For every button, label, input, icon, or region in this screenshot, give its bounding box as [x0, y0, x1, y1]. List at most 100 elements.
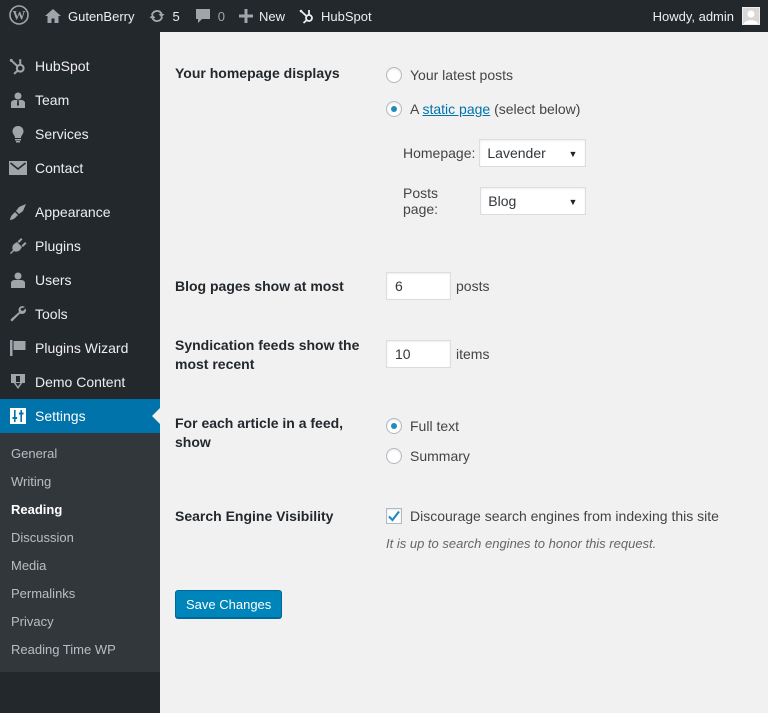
option-summary[interactable]: Summary — [386, 446, 470, 466]
sidebar-item-contact[interactable]: Contact — [0, 151, 160, 185]
envelope-icon — [8, 158, 28, 178]
lightbulb-icon — [8, 124, 28, 144]
discourage-search-checkbox[interactable] — [386, 508, 402, 524]
feed-article-options: Full text Summary — [386, 416, 470, 466]
updates-icon — [148, 8, 166, 24]
option-latest-posts-label: Your latest posts — [410, 67, 513, 83]
option-full-text[interactable]: Full text — [386, 416, 470, 436]
search-visibility-description: It is up to search engines to honor this… — [386, 536, 657, 551]
comments-menu[interactable]: 0 — [187, 0, 232, 32]
submenu-privacy[interactable]: Privacy — [0, 608, 160, 636]
dropdown-arrow-icon: ▼ — [568, 197, 578, 207]
sidebar-item-appearance[interactable]: Appearance — [0, 195, 160, 229]
sidebar-item-tools[interactable]: Tools — [0, 297, 160, 331]
option-static-prefix: A — [410, 101, 423, 117]
homepage-displays-label: Your homepage displays — [175, 65, 340, 81]
sidebar-item-label: Demo Content — [35, 374, 126, 390]
dropdown-arrow-icon: ▼ — [568, 149, 578, 159]
posts-per-rss-input[interactable]: 10 — [386, 340, 451, 368]
hubspot-label: HubSpot — [320, 8, 372, 24]
user-icon — [8, 90, 28, 110]
sidebar-item-label: HubSpot — [35, 58, 90, 74]
submenu-media[interactable]: Media — [0, 552, 160, 580]
save-changes-button[interactable]: Save Changes — [175, 590, 283, 618]
sidebar-item-users[interactable]: Users — [0, 263, 160, 297]
flag-icon — [8, 338, 28, 358]
feed-article-label: For each article in a feed, show — [175, 415, 344, 450]
submenu-writing[interactable]: Writing — [0, 468, 160, 496]
hubspot-icon — [299, 8, 315, 24]
wordpress-logo-menu[interactable]: W — [0, 0, 37, 32]
hubspot-menu[interactable]: HubSpot — [292, 0, 379, 32]
search-visibility-field: Discourage search engines from indexing … — [386, 506, 746, 551]
reading-settings-form: Your homepage displays Your latest posts… — [160, 32, 768, 713]
sidebar-item-label: Contact — [35, 160, 84, 176]
option-full-text-label: Full text — [410, 418, 460, 434]
new-content-menu[interactable]: New — [232, 0, 292, 32]
plus-icon — [238, 9, 253, 23]
sidebar-item-label: Appearance — [35, 204, 111, 220]
syndication-field: 10 items — [386, 340, 489, 368]
sidebar-item-demo-content[interactable]: Demo Content — [0, 365, 160, 399]
blog-pages-field: 6 posts — [386, 272, 489, 300]
sidebar-item-plugins-wizard[interactable]: Plugins Wizard — [0, 331, 160, 365]
posts-per-page-suffix: posts — [456, 278, 490, 294]
static-page-link[interactable]: static page — [422, 101, 490, 117]
radio-static-page[interactable] — [386, 101, 402, 117]
submenu-reading-time-wp[interactable]: Reading Time WP — [0, 636, 160, 664]
submenu-discussion[interactable]: Discussion — [0, 524, 160, 552]
download-icon — [8, 372, 28, 392]
sidebar-item-plugins[interactable]: Plugins — [0, 229, 160, 263]
radio-full-text[interactable] — [386, 418, 402, 434]
search-visibility-label: Search Engine Visibility — [175, 508, 334, 524]
admin-bar: W GutenBerry 5 0 New HubSpot Howdy, admi… — [0, 0, 768, 32]
posts-page-select-label: Posts page: — [403, 185, 439, 217]
discourage-search-option[interactable]: Discourage search engines from indexing … — [386, 506, 746, 526]
discourage-search-label: Discourage search engines from indexing … — [410, 508, 719, 524]
sidebar-item-label: Users — [35, 272, 72, 288]
sidebar-item-hubspot[interactable]: HubSpot — [0, 49, 160, 83]
posts-page-select-line: Posts page: Blog ▼ — [403, 185, 587, 217]
home-icon — [44, 8, 62, 24]
updates-menu[interactable]: 5 — [141, 0, 186, 32]
syndication-label: Syndication feeds show the most recent — [175, 337, 360, 372]
svg-text:W: W — [13, 7, 26, 22]
option-static-page[interactable]: A static page (select below) — [386, 99, 586, 119]
option-latest-posts[interactable]: Your latest posts — [386, 65, 586, 85]
sidebar-item-team[interactable]: Team — [0, 83, 160, 117]
site-name-menu[interactable]: GutenBerry — [37, 0, 141, 32]
option-static-suffix: (select below) — [490, 101, 581, 117]
submenu-general[interactable]: General — [0, 440, 160, 468]
sidebar-item-label: Plugins — [35, 238, 81, 254]
radio-latest-posts[interactable] — [386, 67, 402, 83]
sidebar-item-label: Plugins Wizard — [35, 340, 129, 356]
plugin-icon — [8, 236, 28, 256]
site-name: GutenBerry — [68, 8, 135, 24]
submenu-reading[interactable]: Reading — [0, 496, 160, 524]
homepage-select-value: Lavender — [487, 145, 546, 161]
settings-submenu: General Writing Reading Discussion Media… — [0, 433, 160, 672]
howdy-text: Howdy, admin — [652, 8, 734, 24]
admin-sidebar: HubSpot Team Services Contact Appearance… — [0, 32, 160, 713]
radio-summary[interactable] — [386, 448, 402, 464]
sidebar-item-settings[interactable]: Settings — [0, 399, 160, 433]
homepage-select[interactable]: Lavender ▼ — [479, 139, 587, 167]
comment-icon — [194, 8, 212, 24]
sidebar-item-label: Services — [35, 126, 89, 142]
option-summary-label: Summary — [410, 448, 470, 464]
hubspot-icon — [8, 56, 28, 76]
posts-page-select[interactable]: Blog ▼ — [480, 187, 587, 215]
wordpress-logo-icon: W — [9, 4, 29, 28]
checkmark-icon — [388, 510, 400, 522]
settings-icon — [8, 406, 28, 426]
comments-count: 0 — [217, 8, 225, 24]
my-account-menu[interactable]: Howdy, admin — [646, 0, 768, 32]
sidebar-item-services[interactable]: Services — [0, 117, 160, 151]
sidebar-item-label: Settings — [35, 408, 86, 424]
posts-per-page-input[interactable]: 6 — [386, 272, 451, 300]
paintbrush-icon — [8, 202, 28, 222]
submenu-permalinks[interactable]: Permalinks — [0, 580, 160, 608]
new-label: New — [258, 8, 285, 24]
menu-separator — [0, 185, 160, 195]
homepage-displays-options: Your latest posts A static page (select … — [386, 65, 587, 217]
